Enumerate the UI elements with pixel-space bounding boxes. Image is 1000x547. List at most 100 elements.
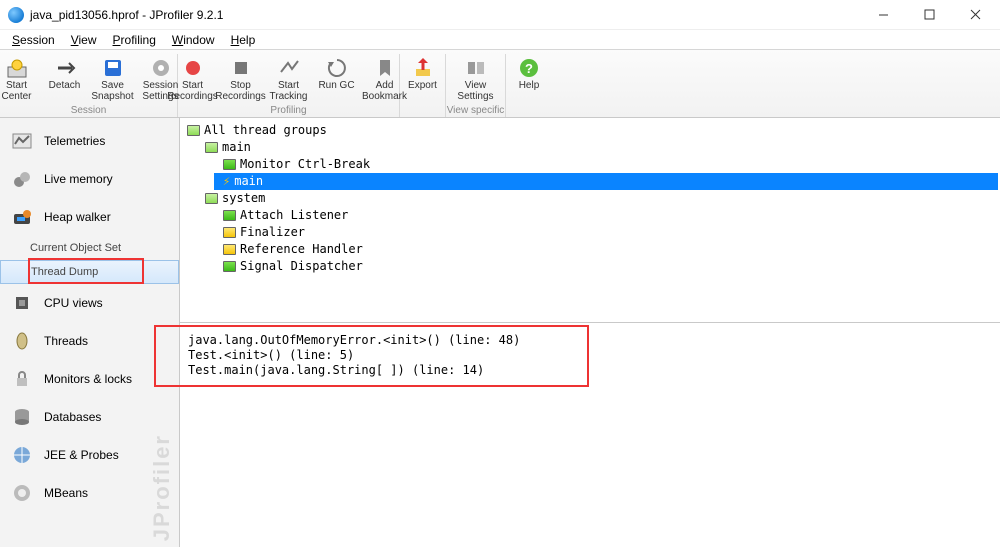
thread-runnable-icon — [223, 210, 236, 221]
thread-runnable-icon — [223, 261, 236, 272]
toolbtn-label: Detach — [49, 81, 81, 92]
tree-node-all-thread-groups[interactable]: All thread groups — [184, 122, 998, 139]
thread-waiting-icon — [223, 227, 236, 238]
sidebar-item-monitors-locks[interactable]: Monitors & locks — [0, 360, 179, 398]
sidebar-item-label: Databases — [44, 410, 101, 424]
toolbar: Start Center Detach Save Snapshot Sessio… — [0, 50, 1000, 118]
window-title: java_pid13056.hprof - JProfiler 9.2.1 — [30, 8, 223, 22]
stack-trace-line: Test.main(java.lang.String[ ]) (line: 14… — [188, 363, 992, 378]
record-icon — [181, 56, 205, 80]
stack-trace-pane[interactable]: java.lang.OutOfMemoryError.<init>() (lin… — [180, 323, 1000, 547]
sidebar-item-heap-walker[interactable]: Heap walker — [0, 198, 179, 236]
toolgroup-session-label: Session — [0, 105, 177, 116]
sidebar-item-current-object-set[interactable]: Current Object Set — [0, 236, 179, 260]
tree-node-reference-handler[interactable]: Reference Handler — [220, 241, 998, 258]
thread-waiting-icon — [223, 244, 236, 255]
sidebar-item-telemetries[interactable]: Telemetries — [0, 122, 179, 160]
sidebar-item-label: Heap walker — [44, 210, 111, 224]
close-button[interactable] — [952, 0, 998, 30]
main-area: Telemetries Live memory Heap walker Curr… — [0, 118, 1000, 547]
view-settings-button[interactable]: View Settings — [454, 54, 498, 104]
help-button[interactable]: ? Help — [507, 54, 551, 94]
stop-recordings-button[interactable]: Stop Recordings — [219, 54, 263, 104]
toolbtn-label: Start Tracking — [267, 81, 311, 102]
tree-node-label: All thread groups — [204, 122, 327, 139]
toolbtn-label: Run GC — [318, 81, 354, 92]
sidebar-item-label: Live memory — [44, 172, 113, 186]
export-icon — [411, 56, 435, 80]
tree-node-finalizer[interactable]: Finalizer — [220, 224, 998, 241]
sidebar-item-label: JEE & Probes — [44, 448, 119, 462]
tree-node-label: Attach Listener — [240, 207, 348, 224]
toolbtn-label: Stop Recordings — [215, 81, 266, 102]
tree-node-label: Signal Dispatcher — [240, 258, 363, 275]
tracking-icon — [277, 56, 301, 80]
thread-group-icon — [205, 193, 218, 204]
menu-window[interactable]: Window — [164, 31, 223, 49]
tree-node-monitor-ctrl-break[interactable]: Monitor Ctrl-Break — [220, 156, 998, 173]
cpu-icon — [10, 291, 34, 315]
stack-trace-line: Test.<init>() (line: 5) — [188, 348, 992, 363]
export-button[interactable]: Export — [401, 54, 445, 94]
stop-icon — [229, 56, 253, 80]
mbeans-icon — [10, 481, 34, 505]
sidebar-item-label: CPU views — [44, 296, 103, 310]
menubar: Session View Profiling Window Help — [0, 30, 1000, 50]
toolbtn-label: View Settings — [454, 81, 498, 102]
bookmark-icon — [373, 56, 397, 80]
tree-node-system-group[interactable]: system — [202, 190, 998, 207]
sidebar: Telemetries Live memory Heap walker Curr… — [0, 118, 180, 547]
start-center-icon — [5, 56, 29, 80]
toolbtn-label: Export — [408, 81, 437, 92]
live-memory-icon — [10, 167, 34, 191]
minimize-button[interactable] — [860, 0, 906, 30]
sidebar-item-databases[interactable]: Databases — [0, 398, 179, 436]
tree-node-main-thread[interactable]: ⚡main — [214, 173, 998, 190]
threads-icon — [10, 329, 34, 353]
menu-profiling[interactable]: Profiling — [105, 31, 164, 49]
menu-view[interactable]: View — [63, 31, 105, 49]
lock-icon — [10, 367, 34, 391]
sidebar-item-cpu-views[interactable]: CPU views — [0, 284, 179, 322]
tree-node-signal-dispatcher[interactable]: Signal Dispatcher — [220, 258, 998, 275]
toolgroup-viewspecific-label: View specific — [446, 105, 505, 116]
thread-tree-pane[interactable]: All thread groups main Monitor Ctrl-Brea… — [180, 118, 1000, 323]
thread-group-icon — [205, 142, 218, 153]
menu-help[interactable]: Help — [223, 31, 264, 49]
toolgroup-profiling-label: Profiling — [178, 105, 399, 116]
start-center-button[interactable]: Start Center — [0, 54, 39, 104]
sidebar-item-thread-dump[interactable]: Thread Dump — [0, 260, 179, 284]
app-icon — [8, 7, 24, 23]
toolbtn-label: Help — [519, 81, 540, 92]
svg-text:?: ? — [525, 61, 533, 76]
titlebar: java_pid13056.hprof - JProfiler 9.2.1 — [0, 0, 1000, 30]
menu-session[interactable]: Session — [4, 31, 63, 49]
tree-node-label: Reference Handler — [240, 241, 363, 258]
sidebar-item-label: Current Object Set — [30, 242, 121, 254]
sidebar-item-label: Threads — [44, 334, 88, 348]
stack-trace-line: java.lang.OutOfMemoryError.<init>() (lin… — [188, 333, 992, 348]
sidebar-item-threads[interactable]: Threads — [0, 322, 179, 360]
save-snapshot-button[interactable]: Save Snapshot — [91, 54, 135, 104]
save-snapshot-icon — [101, 56, 125, 80]
jprofiler-watermark: JProfiler — [149, 434, 175, 541]
maximize-button[interactable] — [906, 0, 952, 30]
thread-runnable-icon — [223, 159, 236, 170]
sidebar-item-label: MBeans — [44, 486, 88, 500]
tree-node-label: Finalizer — [240, 224, 305, 241]
start-recordings-button[interactable]: Start Recordings — [171, 54, 215, 104]
tree-node-label: main — [222, 139, 251, 156]
tree-node-attach-listener[interactable]: Attach Listener — [220, 207, 998, 224]
sidebar-item-label: Monitors & locks — [44, 372, 132, 386]
start-tracking-button[interactable]: Start Tracking — [267, 54, 311, 104]
heap-walker-icon — [10, 205, 34, 229]
tree-node-main-group[interactable]: main — [202, 139, 998, 156]
sidebar-item-label: Telemetries — [44, 134, 105, 148]
run-gc-button[interactable]: Run GC — [315, 54, 359, 104]
detach-button[interactable]: Detach — [43, 54, 87, 104]
help-icon: ? — [517, 56, 541, 80]
toolbtn-label: Save Snapshot — [91, 81, 135, 102]
toolbtn-label: Start Recordings — [167, 81, 218, 102]
sidebar-item-live-memory[interactable]: Live memory — [0, 160, 179, 198]
thread-group-icon — [187, 125, 200, 136]
